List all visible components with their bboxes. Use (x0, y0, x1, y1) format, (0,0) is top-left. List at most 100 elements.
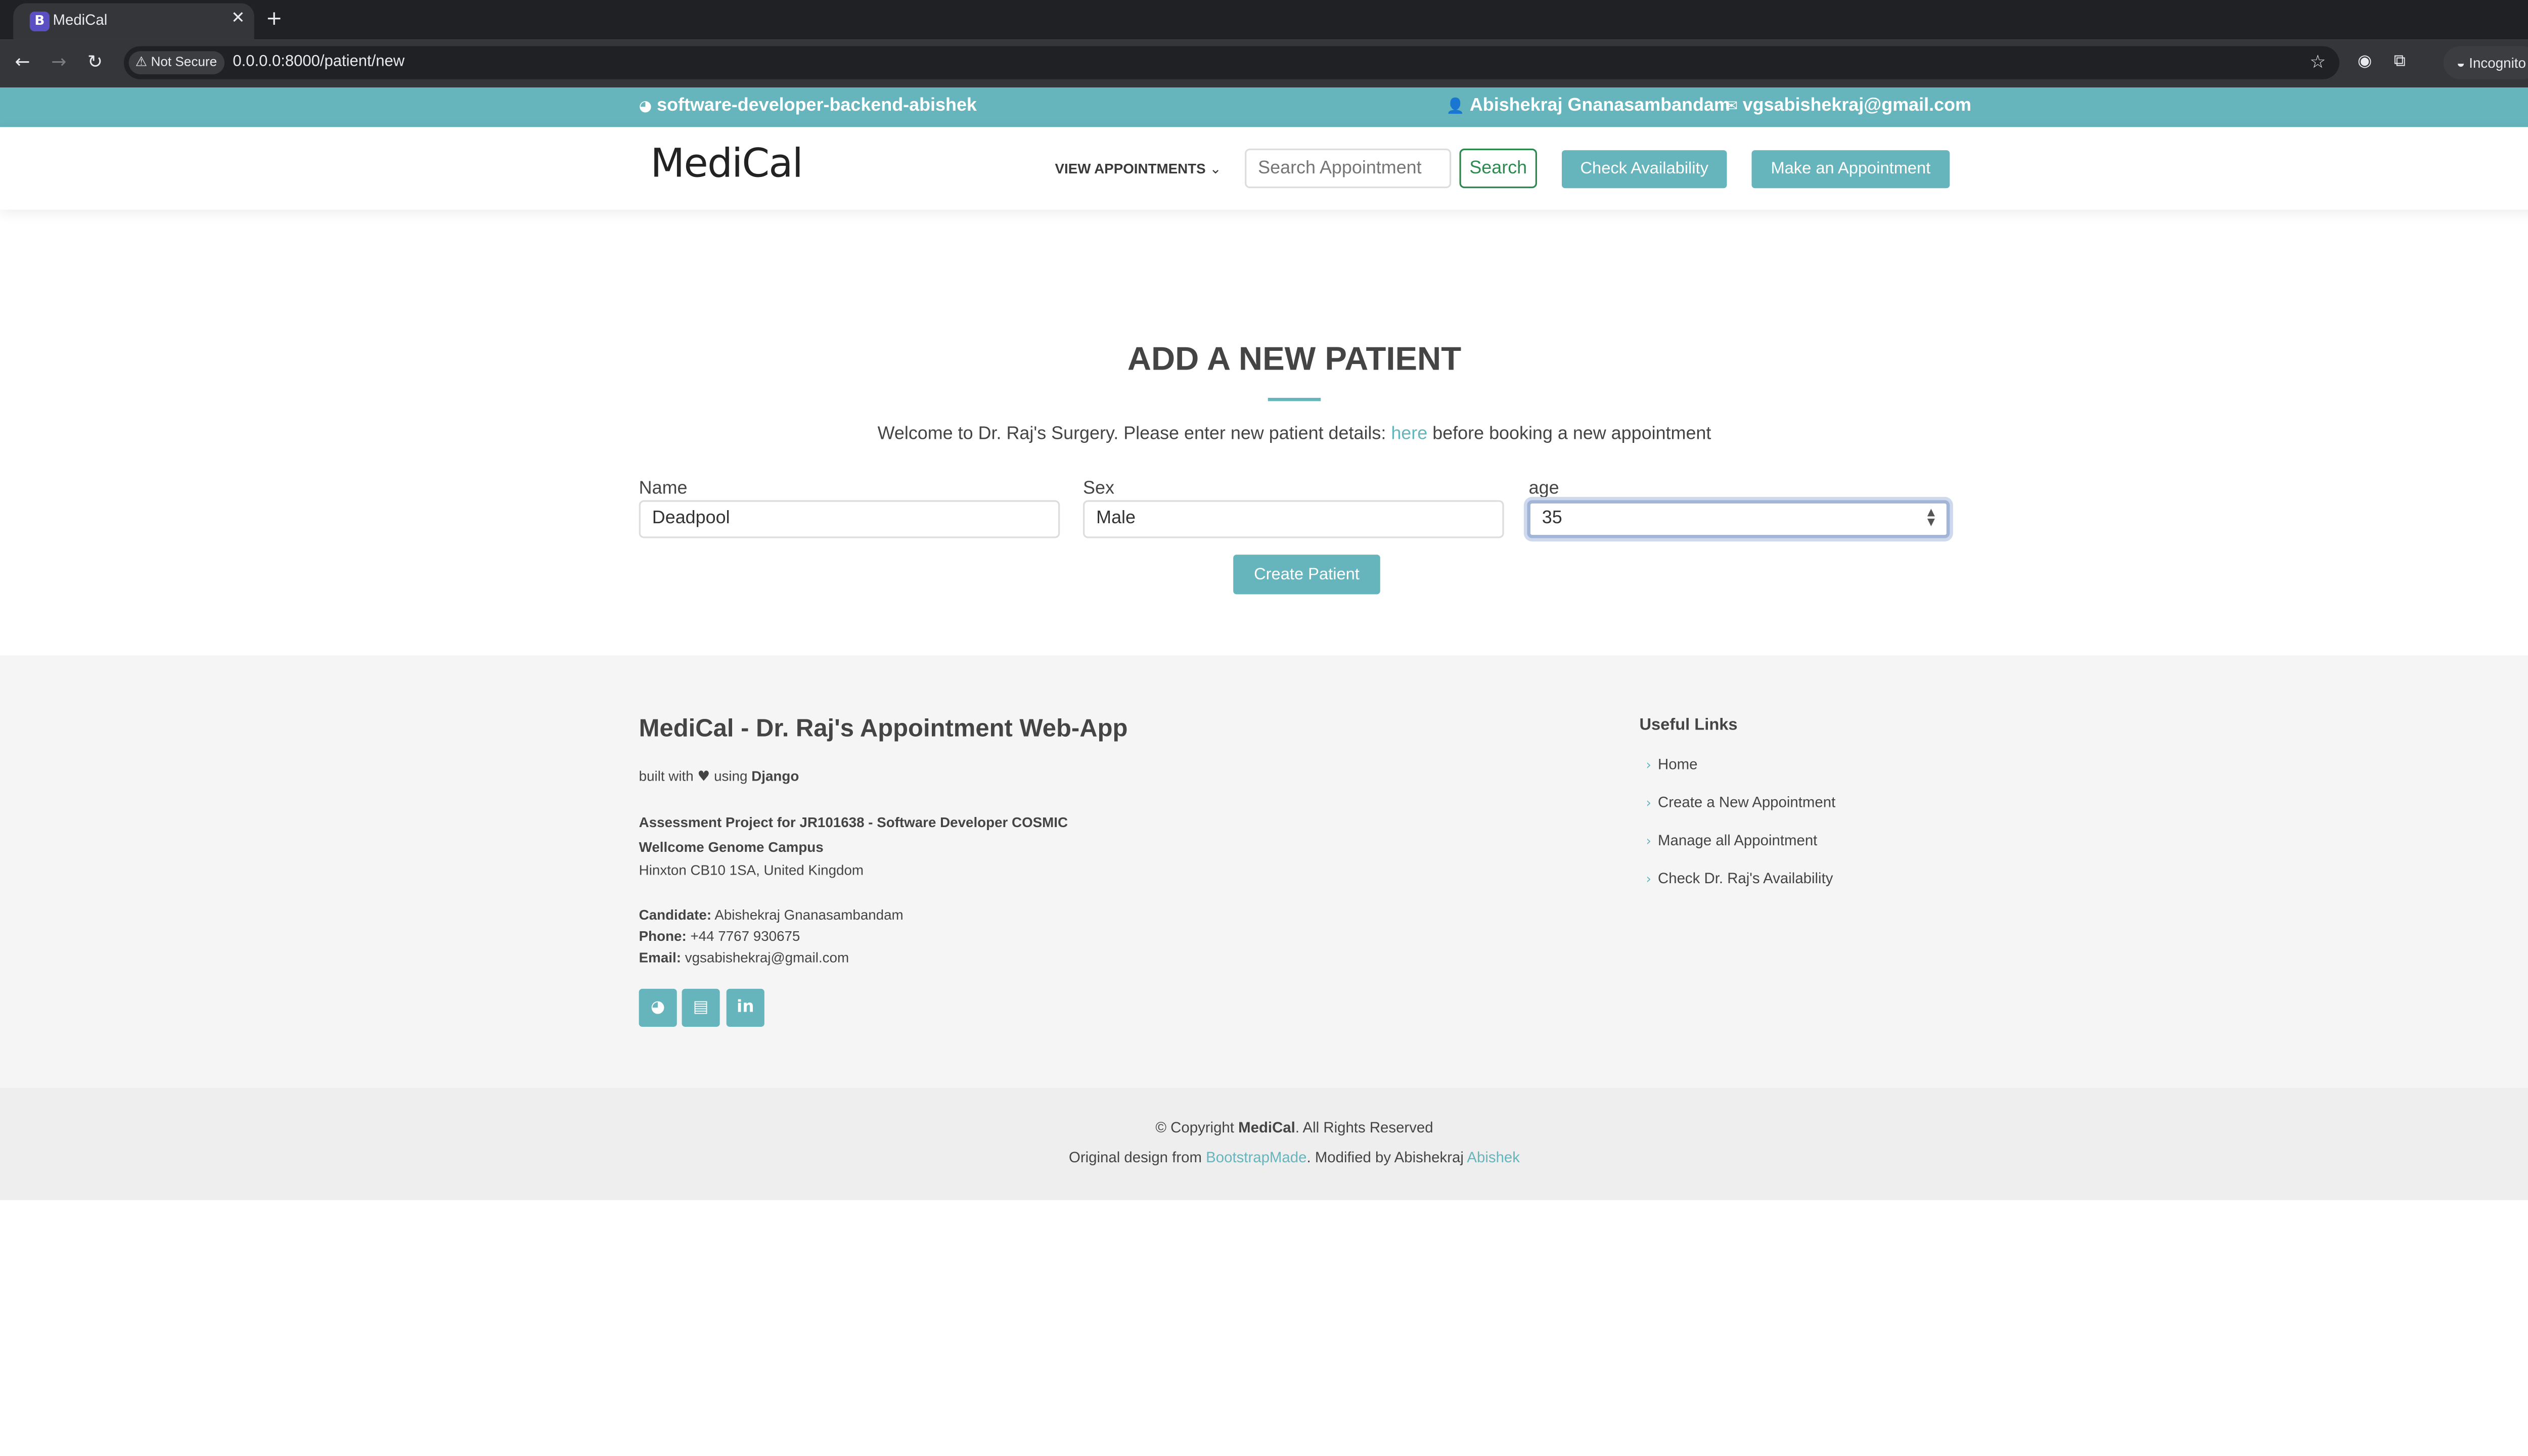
useful-link-label: Create a New Appointment (1658, 794, 1836, 811)
search-input[interactable] (1245, 148, 1452, 189)
view-appointments-label: VIEW APPOINTMENTS (1055, 160, 1206, 177)
name-field[interactable]: Deadpool (639, 500, 1060, 538)
tab-close-icon[interactable]: ✕ (231, 10, 245, 28)
browser-tab[interactable]: B MediCal ✕ (13, 3, 254, 40)
view-appointments-menu[interactable]: VIEW APPOINTMENTS ⌄ (1055, 160, 1222, 178)
intro-text: Welcome to Dr. Raj's Surgery. Please ent… (0, 424, 2528, 444)
browser-toolbar: ← → ↻ ⚠ Not Secure 0.0.0.0:8000/patient/… (0, 39, 2528, 88)
footer-title: MediCal - Dr. Raj's Appointment Web-App (639, 714, 1128, 743)
top-info-bar: ◕ software-developer-backend-abishek 👤 Abi… (0, 87, 2528, 127)
credits-text: Original design from BootstrapMade. Modi… (0, 1149, 2528, 1166)
footer-email-label: Email: (639, 949, 681, 966)
copyright-text: © Copyright MediCal. All Rights Reserved (0, 1119, 2528, 1136)
useful-link-check-availability[interactable]: › Check Dr. Raj's Availability (1646, 870, 1833, 887)
forward-icon[interactable]: → (51, 51, 66, 72)
page-title: ADD A NEW PATIENT (1127, 341, 1462, 378)
address-bar[interactable]: ⚠ Not Secure 0.0.0.0:8000/patient/new ☆ (123, 46, 2339, 79)
copyright-prefix: © Copyright (1155, 1119, 1239, 1136)
footer-bottom: © Copyright MediCal. All Rights Reserved… (0, 1087, 2528, 1200)
phone-value: +44 7767 930675 (690, 928, 800, 944)
linkedin-social-icon[interactable]: in (726, 988, 764, 1027)
tab-title: MediCal (53, 11, 108, 28)
useful-link-manage-appointments[interactable]: › Manage all Appointment (1646, 832, 1818, 849)
github-social-icon[interactable]: ◕ (639, 988, 677, 1027)
campus-line: Wellcome Genome Campus (639, 839, 824, 855)
footer-top: MediCal - Dr. Raj's Appointment Web-App … (0, 655, 2528, 1088)
chevron-right-icon: › (1646, 833, 1651, 849)
intro-here-link[interactable]: here (1391, 424, 1427, 444)
built-with-text: built with ♥ using Django (639, 767, 799, 786)
chevron-right-icon: › (1646, 795, 1651, 811)
back-icon[interactable]: ← (15, 51, 30, 72)
camera-icon[interactable]: ◉ (2358, 53, 2372, 71)
user-name: Abishekraj Gnanasambandam (1469, 96, 1730, 116)
github-icon: ◕ (639, 99, 652, 116)
repo-label: software-developer-backend-abishek (657, 96, 977, 116)
framework-name: Django (751, 767, 799, 785)
extensions-icon[interactable]: ⧉ (2394, 53, 2406, 71)
create-patient-button[interactable]: Create Patient (1233, 555, 1380, 595)
user-info: 👤 Abishekraj Gnanasambandam (1446, 96, 1730, 115)
make-appointment-button[interactable]: Make an Appointment (1751, 150, 1950, 189)
site-header: MediCal VIEW APPOINTMENTS ⌄ Search Check… (0, 127, 2528, 210)
age-field[interactable]: 35 ▲ ▼ (1527, 500, 1950, 538)
incognito-badge[interactable]: ◒ Incognito (2443, 46, 2528, 79)
useful-link-home[interactable]: › Home (1646, 756, 1698, 773)
useful-link-label: Home (1658, 756, 1698, 773)
age-value: 35 (1542, 508, 1562, 528)
intro-after: before booking a new appointment (1427, 424, 1711, 444)
email-link[interactable]: ✉ vgsabishekraj@gmail.com (1725, 96, 1971, 115)
built-using-label: using (714, 767, 748, 785)
search-button[interactable]: Search (1459, 148, 1537, 189)
check-availability-button[interactable]: Check Availability (1561, 150, 1727, 189)
name-label: Name (639, 478, 688, 499)
bootstrapmade-link[interactable]: BootstrapMade (1206, 1149, 1306, 1166)
security-label: Not Secure (151, 54, 217, 70)
useful-links-title: Useful Links (1639, 716, 1738, 735)
chevron-right-icon: › (1646, 757, 1651, 773)
age-label: age (1528, 478, 1559, 499)
footer-email-value: vgsabishekraj@gmail.com (685, 949, 849, 966)
incognito-label: Incognito (2469, 54, 2526, 71)
assessment-text: Assessment Project for JR101638 - Softwa… (639, 813, 1068, 831)
candidate-label: Candidate: (639, 906, 712, 923)
chevron-right-icon: › (1646, 872, 1651, 887)
bookmark-star-icon[interactable]: ☆ (2310, 51, 2326, 72)
not-secure-badge[interactable]: ⚠ Not Secure (128, 51, 225, 74)
copyright-suffix: . All Rights Reserved (1295, 1119, 1433, 1136)
new-tab-icon[interactable]: + (266, 7, 283, 30)
intro-before: Welcome to Dr. Raj's Surgery. Please ent… (877, 424, 1391, 444)
sex-field[interactable]: Male (1083, 500, 1504, 538)
useful-link-label: Check Dr. Raj's Availability (1658, 870, 1833, 887)
phone-line: Phone: +44 7767 930675 (639, 928, 800, 944)
repo-link[interactable]: ◕ software-developer-backend-abishek (639, 96, 977, 115)
user-icon: 👤 (1446, 99, 1465, 116)
chevron-down-icon: ⌄ (1209, 161, 1222, 178)
campus-text: Wellcome Genome Campus (639, 838, 824, 855)
credits-middle: . Modified by Abishekraj (1306, 1149, 1467, 1166)
copyright-brand: MediCal (1238, 1119, 1295, 1136)
url-text[interactable]: 0.0.0.0:8000/patient/new (233, 53, 404, 71)
useful-link-create-appointment[interactable]: › Create a New Appointment (1646, 794, 1836, 811)
author-link[interactable]: Abishek (1467, 1149, 1520, 1166)
credits-prefix: Original design from (1068, 1149, 1206, 1166)
heart-icon: ♥ (697, 769, 710, 786)
candidate-value: Abishekraj Gnanasambandam (714, 906, 904, 923)
browser-tab-bar: B MediCal ✕ + ⌄ (0, 0, 2528, 40)
email-label: vgsabishekraj@gmail.com (1742, 96, 1971, 116)
title-divider (1268, 397, 1321, 401)
address-line: Hinxton CB10 1SA, United Kingdom (639, 861, 864, 879)
phone-label: Phone: (639, 928, 687, 944)
tab-favicon-icon: B (29, 11, 50, 32)
reload-icon[interactable]: ↻ (87, 51, 103, 72)
envelope-icon: ✉ (1725, 99, 1738, 116)
candidate-line: Candidate: Abishekraj Gnanasambandam (639, 906, 904, 923)
sex-label: Sex (1083, 478, 1114, 499)
assessment-line: Assessment Project for JR101638 - Softwa… (639, 814, 1068, 831)
site-logo[interactable]: MediCal (651, 141, 803, 187)
built-with-label: built with (639, 767, 694, 785)
email-line: Email: vgsabishekraj@gmail.com (639, 949, 849, 966)
useful-link-label: Manage all Appointment (1658, 832, 1818, 849)
number-spinner-icon[interactable]: ▲ ▼ (1927, 508, 1935, 528)
document-social-icon[interactable]: ▤ (682, 988, 720, 1027)
